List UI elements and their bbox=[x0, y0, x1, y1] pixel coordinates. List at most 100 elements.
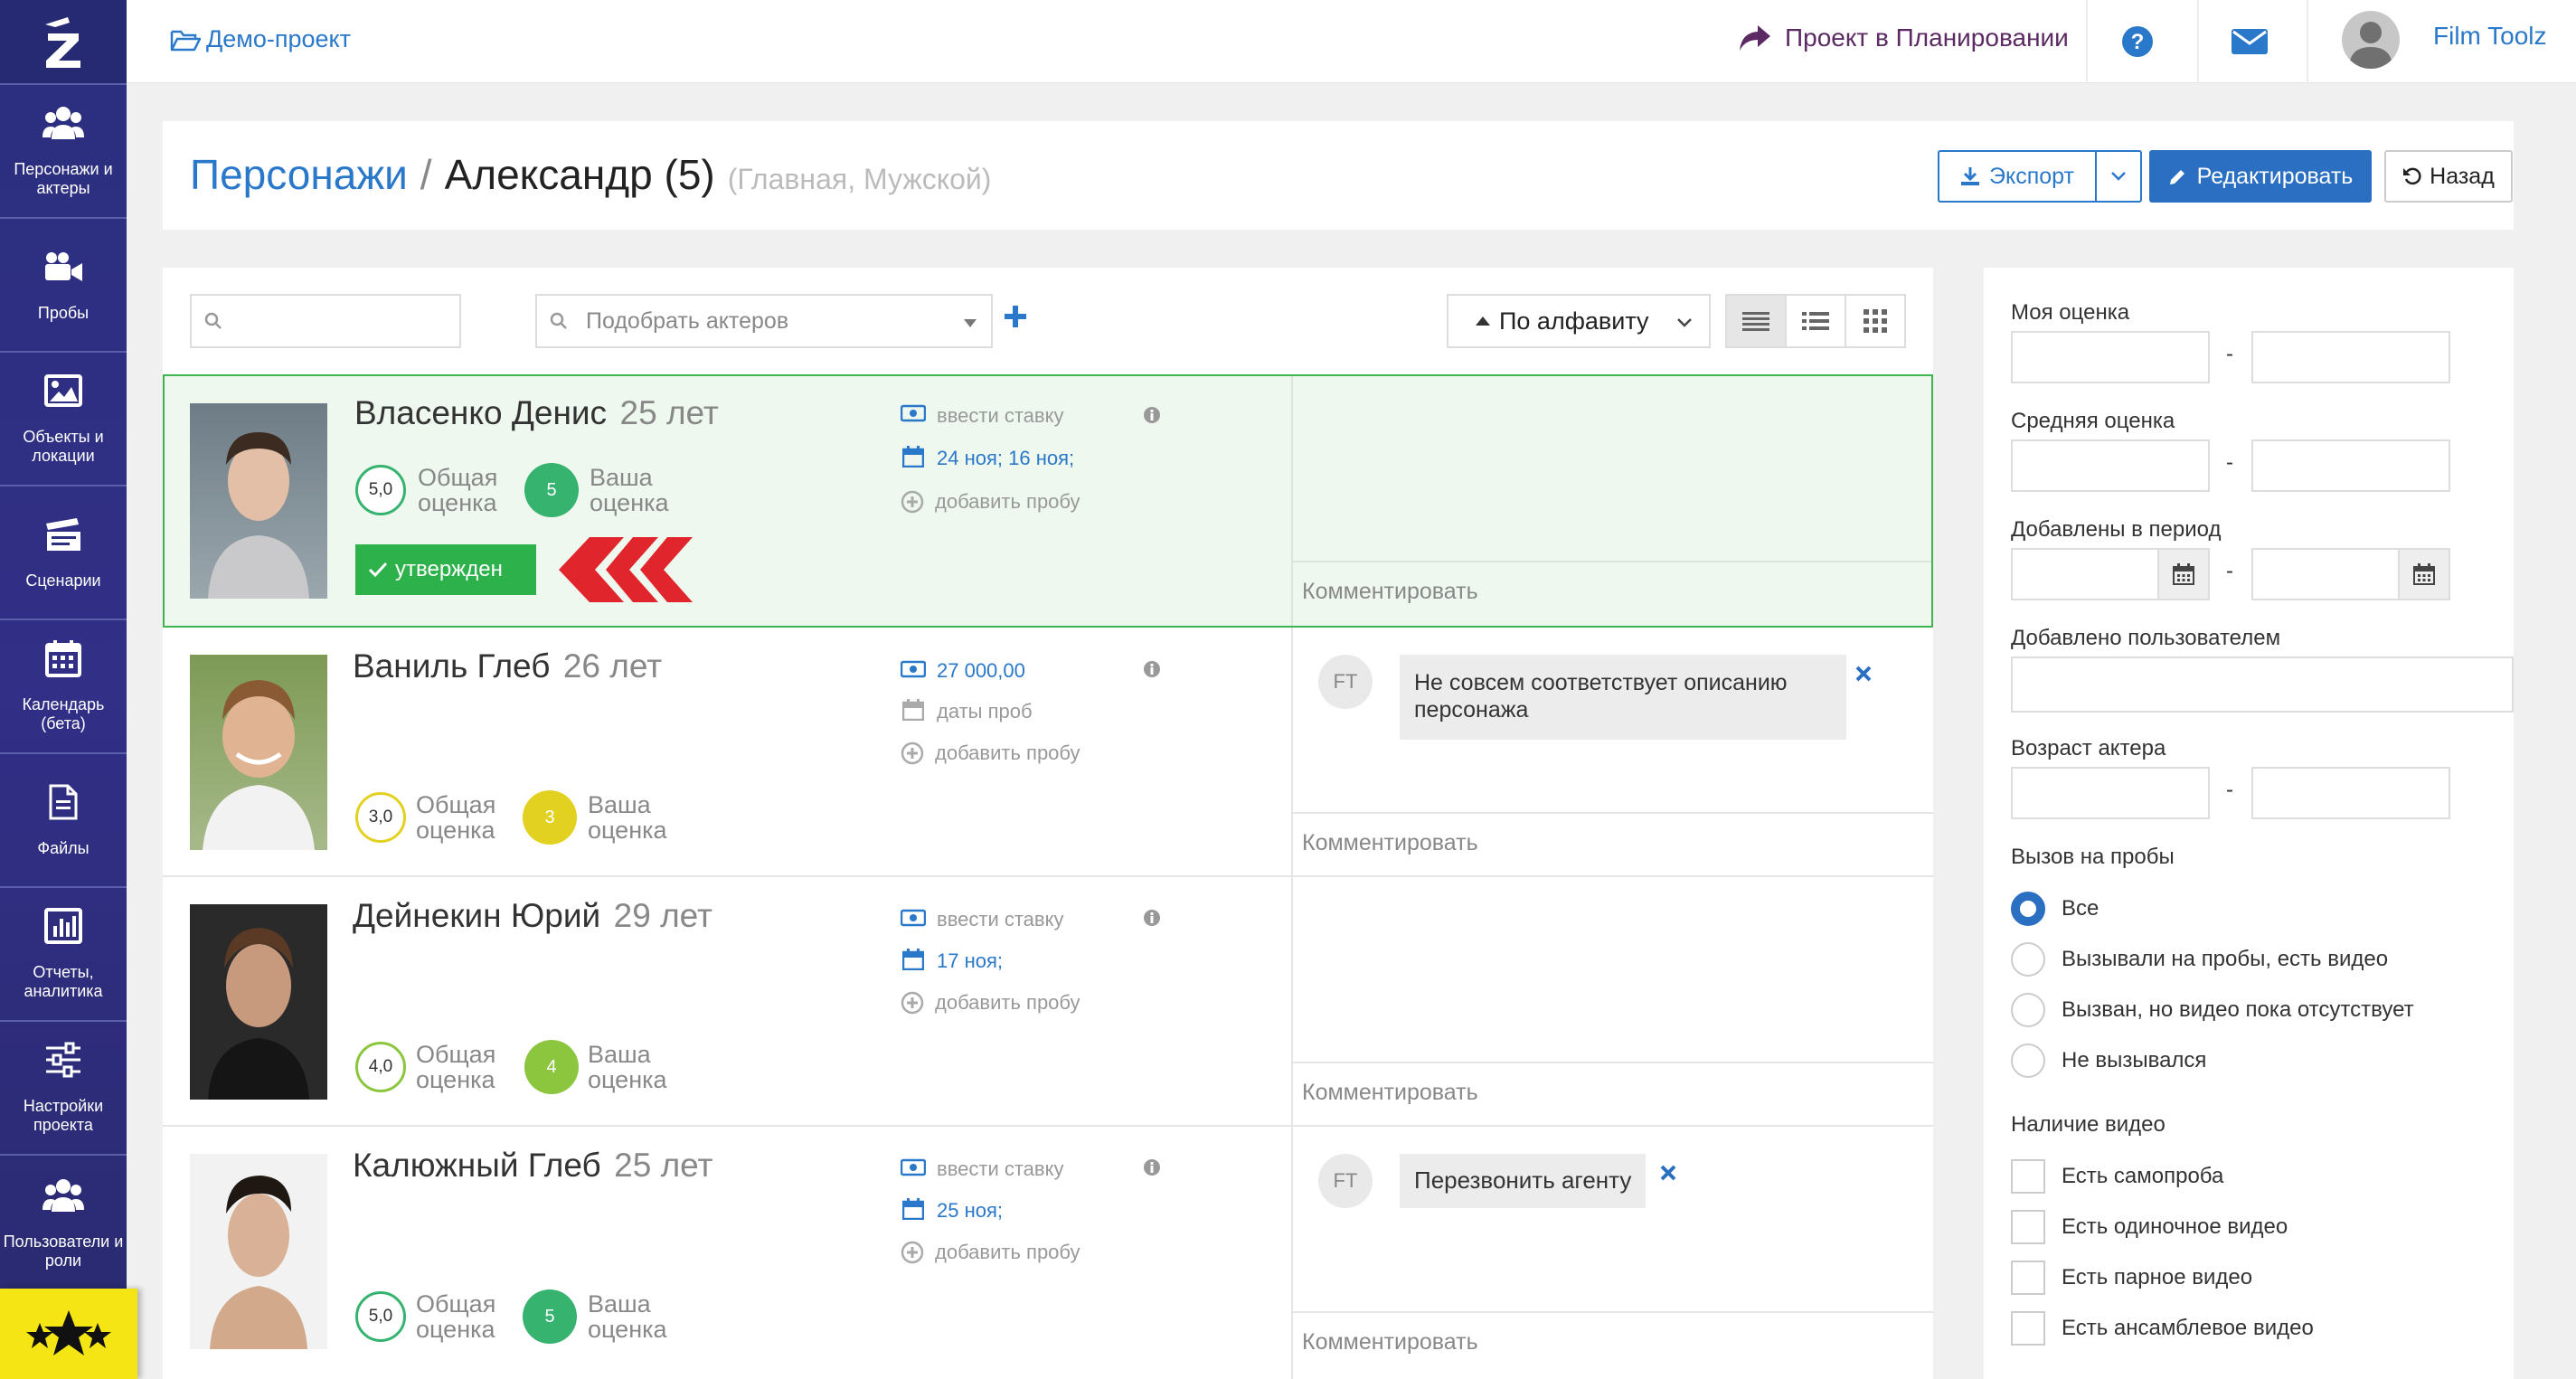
project-status[interactable]: Проект в Планировании bbox=[1738, 24, 2069, 52]
delete-comment-button[interactable] bbox=[1855, 666, 1872, 682]
rate-link[interactable]: ввести ставку bbox=[937, 908, 1063, 931]
checkbox[interactable] bbox=[2011, 1261, 2045, 1295]
audition-option-called-no-video[interactable]: Вызван, но видео пока отсутствует bbox=[2011, 993, 2414, 1027]
clapperboard-icon bbox=[44, 514, 82, 555]
radio[interactable] bbox=[2011, 942, 2045, 977]
avg-rating-to-input[interactable] bbox=[2251, 439, 2450, 492]
add-audition-link[interactable]: добавить пробу bbox=[935, 1241, 1080, 1264]
my-rating-to-input[interactable] bbox=[2251, 331, 2450, 383]
comment-input[interactable]: Комментировать bbox=[1302, 579, 1478, 605]
comment-input[interactable]: Комментировать bbox=[1302, 830, 1478, 856]
sidebar-item-locations[interactable]: Объекты и локации bbox=[0, 351, 127, 483]
avg-rating-from-input[interactable] bbox=[2011, 439, 2210, 492]
audition-dates[interactable]: 17 ноя; bbox=[937, 949, 1003, 973]
view-list-compact-button[interactable] bbox=[1727, 296, 1787, 346]
added-to-date-input[interactable] bbox=[2251, 548, 2450, 600]
added-from-date-input[interactable] bbox=[2011, 548, 2210, 600]
add-audition-link[interactable]: добавить пробу bbox=[935, 490, 1080, 514]
datepicker-button[interactable] bbox=[2157, 550, 2208, 599]
view-grid-button[interactable] bbox=[1846, 296, 1904, 346]
actor-name[interactable]: Ваниль Глеб bbox=[353, 647, 550, 685]
username[interactable]: Film Toolz bbox=[2433, 22, 2547, 51]
view-list-button[interactable] bbox=[1787, 296, 1846, 346]
actor-name[interactable]: Дейнекин Юрий bbox=[353, 897, 600, 934]
sidebar-item-files[interactable]: Файлы bbox=[0, 752, 127, 884]
sidebar-item-project-settings[interactable]: Настройки проекта bbox=[0, 1020, 127, 1152]
checkbox[interactable] bbox=[2011, 1159, 2045, 1194]
video-option-self-tape[interactable]: Есть самопроба bbox=[2011, 1159, 2223, 1194]
project-link[interactable]: Демо-проект bbox=[170, 25, 351, 53]
calendar-icon bbox=[45, 638, 81, 679]
rate-link[interactable]: ввести ставку bbox=[937, 1157, 1063, 1181]
add-actor-button[interactable] bbox=[1004, 305, 1027, 328]
app-logo[interactable] bbox=[0, 0, 127, 83]
sidebar-item-calendar[interactable]: Календарь (бета) bbox=[0, 619, 127, 751]
actor-photo[interactable] bbox=[190, 655, 327, 850]
audition-option-all[interactable]: Все bbox=[2011, 892, 2099, 926]
info-icon[interactable] bbox=[1143, 660, 1161, 678]
approved-badge[interactable]: утвержден bbox=[355, 544, 536, 595]
info-icon[interactable] bbox=[1143, 406, 1161, 424]
info-icon[interactable] bbox=[1143, 909, 1161, 927]
actor-name[interactable]: Власенко Денис bbox=[354, 394, 607, 431]
range-separator: - bbox=[2226, 559, 2233, 583]
video-option-ensemble[interactable]: Есть ансамблевое видео bbox=[2011, 1311, 2314, 1346]
audition-dates[interactable]: 25 ноя; bbox=[937, 1199, 1003, 1223]
sidebar-item-auditions[interactable]: Пробы bbox=[0, 217, 127, 349]
checkbox[interactable] bbox=[2011, 1311, 2045, 1346]
sidebar-item-reports[interactable]: Отчеты, аналитика bbox=[0, 886, 127, 1018]
add-audition-link[interactable]: добавить пробу bbox=[935, 991, 1080, 1015]
search-icon bbox=[204, 312, 222, 329]
overall-rating-label: Общая оценка bbox=[416, 791, 496, 844]
added-by-input[interactable] bbox=[2011, 656, 2514, 713]
delete-comment-button[interactable] bbox=[1660, 1165, 1676, 1181]
my-rating-from-input[interactable] bbox=[2011, 331, 2210, 383]
edit-button[interactable]: Редактировать bbox=[2149, 150, 2372, 203]
radio[interactable] bbox=[2011, 993, 2045, 1027]
export-button[interactable]: Экспорт bbox=[1938, 150, 2095, 203]
your-rating[interactable]: 4 bbox=[524, 1040, 579, 1094]
your-rating[interactable]: 5 bbox=[524, 463, 579, 517]
sidebar-item-characters[interactable]: Персонажи и актеры bbox=[0, 83, 127, 215]
audition-option-called-video[interactable]: Вызывали на пробы, есть видео bbox=[2011, 942, 2388, 977]
radio-selected[interactable] bbox=[2011, 892, 2045, 926]
rate-value[interactable]: 27 000,00 bbox=[937, 659, 1025, 683]
checkbox[interactable] bbox=[2011, 1210, 2045, 1244]
info-icon[interactable] bbox=[1143, 1158, 1161, 1176]
back-button[interactable]: Назад bbox=[2384, 150, 2513, 203]
age-from-input[interactable] bbox=[2011, 767, 2210, 819]
radio[interactable] bbox=[2011, 1044, 2045, 1078]
video-option-pair[interactable]: Есть парное видео bbox=[2011, 1261, 2252, 1295]
actor-photo[interactable] bbox=[190, 1154, 327, 1349]
chevron-down-icon bbox=[2111, 172, 2126, 181]
help-button[interactable]: ? bbox=[2121, 25, 2154, 58]
audition-dates[interactable]: 24 ноя; 16 ноя; bbox=[937, 447, 1074, 470]
comment-input[interactable]: Комментировать bbox=[1302, 1329, 1478, 1355]
pick-actors-select[interactable]: Подобрать актеров bbox=[535, 294, 993, 348]
your-rating[interactable]: 3 bbox=[523, 790, 577, 845]
sidebar-item-users-roles[interactable]: Пользователи и роли bbox=[0, 1154, 127, 1289]
your-rating[interactable]: 5 bbox=[523, 1289, 577, 1344]
audition-option-not-called[interactable]: Не вызывался bbox=[2011, 1044, 2206, 1078]
sidebar-item-scripts[interactable]: Сценарии bbox=[0, 485, 127, 617]
age-to-input[interactable] bbox=[2251, 767, 2450, 819]
stars-badge[interactable] bbox=[0, 1289, 137, 1379]
comment-input[interactable]: Комментировать bbox=[1302, 1080, 1478, 1106]
messages-button[interactable] bbox=[2231, 28, 2269, 55]
video-option-single[interactable]: Есть одиночное видео bbox=[2011, 1210, 2288, 1244]
avatar[interactable] bbox=[2342, 11, 2400, 69]
rate-link[interactable]: ввести ставку bbox=[937, 404, 1063, 428]
sliders-icon bbox=[44, 1039, 82, 1081]
breadcrumb-characters[interactable]: Персонажи bbox=[190, 150, 408, 199]
sidebar-item-label: Файлы bbox=[37, 838, 90, 857]
audition-dates[interactable]: даты проб bbox=[937, 700, 1033, 723]
actor-photo[interactable] bbox=[190, 904, 327, 1100]
actor-name[interactable]: Калюжный Глеб bbox=[353, 1147, 601, 1184]
datepicker-button[interactable] bbox=[2398, 550, 2449, 599]
sort-select[interactable]: По алфавиту bbox=[1447, 294, 1711, 348]
export-dropdown-button[interactable] bbox=[2095, 150, 2142, 203]
actor-photo[interactable] bbox=[190, 403, 327, 599]
add-audition-link[interactable]: добавить пробу bbox=[935, 741, 1080, 765]
search-input[interactable] bbox=[190, 294, 461, 348]
add-circle-icon bbox=[901, 1241, 924, 1264]
